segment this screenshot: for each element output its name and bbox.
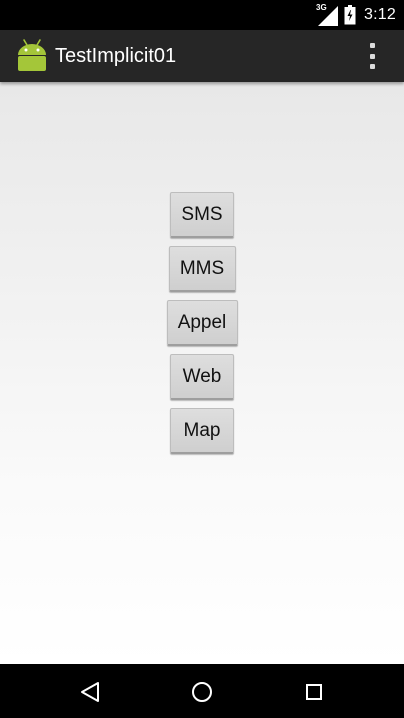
recents-button[interactable]	[300, 678, 328, 706]
home-icon	[192, 682, 212, 702]
signal-icon	[318, 6, 339, 26]
sms-button[interactable]: SMS	[170, 192, 234, 238]
button-stack: SMS MMS Appel Web Map	[0, 192, 404, 454]
home-button[interactable]	[188, 678, 216, 706]
recents-icon	[306, 684, 322, 700]
status-bar: 3G 3:12	[0, 0, 404, 30]
mms-button[interactable]: MMS	[168, 246, 236, 292]
appel-button[interactable]: Appel	[166, 300, 238, 346]
back-icon	[81, 682, 99, 702]
navigation-bar	[0, 664, 404, 718]
overflow-menu-icon[interactable]	[360, 43, 384, 69]
status-icons: 3G 3:12	[316, 0, 396, 30]
map-button[interactable]: Map	[170, 408, 234, 454]
clock: 3:12	[364, 6, 396, 23]
app-title: TestImplicit01	[55, 45, 177, 67]
signal-indicator: 3G	[316, 4, 339, 26]
web-button[interactable]: Web	[170, 354, 234, 400]
back-button[interactable]	[76, 678, 104, 706]
main-content: SMS MMS Appel Web Map	[0, 82, 404, 664]
android-app-icon	[18, 39, 46, 71]
battery-icon	[344, 5, 356, 25]
action-bar: TestImplicit01	[0, 30, 404, 82]
